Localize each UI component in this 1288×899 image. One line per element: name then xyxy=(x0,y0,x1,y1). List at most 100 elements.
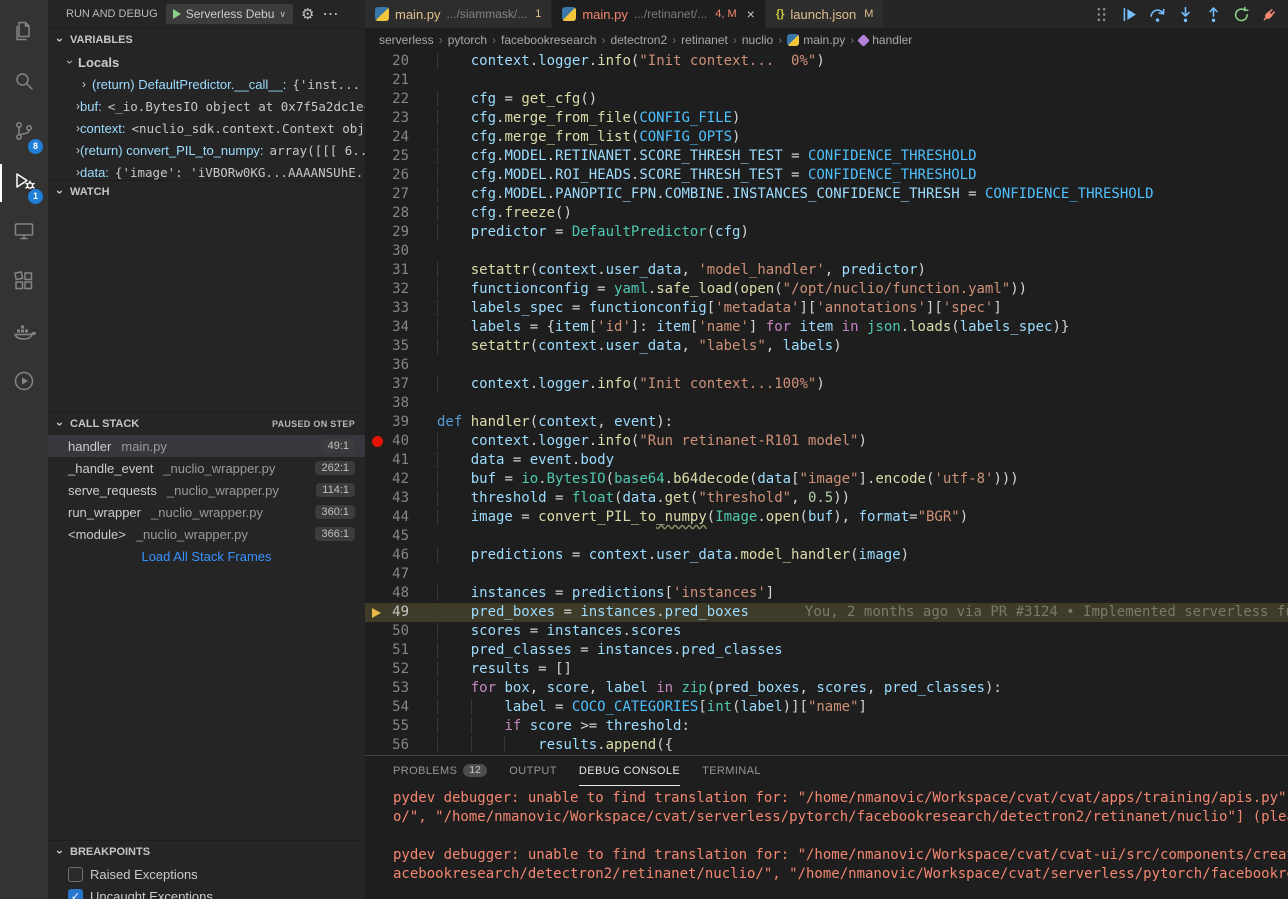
gutter-glyph-margin[interactable] xyxy=(365,679,391,698)
code-line[interactable]: buf = io.BytesIO(base64.b64decode(data["… xyxy=(409,470,1019,489)
callstack-frame[interactable]: _handle_event_nuclio_wrapper.py262:1 xyxy=(48,457,365,479)
line-number[interactable]: 31 xyxy=(391,261,409,280)
line-number[interactable]: 53 xyxy=(391,679,409,698)
gutter-glyph-margin[interactable] xyxy=(365,432,391,451)
callstack-frame[interactable]: serve_requests_nuclio_wrapper.py114:1 xyxy=(48,479,365,501)
checkbox-checked[interactable]: ✓ xyxy=(68,889,83,899)
step-out-icon[interactable] xyxy=(1205,6,1222,23)
gutter-glyph-margin[interactable] xyxy=(365,185,391,204)
disconnect-icon[interactable] xyxy=(1261,6,1278,23)
callstack-frame[interactable]: run_wrapper_nuclio_wrapper.py360:1 xyxy=(48,501,365,523)
panel-tab-terminal[interactable]: TERMINAL xyxy=(702,756,761,786)
call-stack-section-header[interactable]: › CALL STACK PAUSED ON STEP xyxy=(48,413,365,435)
variable-row[interactable]: ›(return) DefaultPredictor.__call__:{'in… xyxy=(48,73,365,95)
line-number[interactable]: 29 xyxy=(391,223,409,242)
line-number[interactable]: 38 xyxy=(391,394,409,413)
breadcrumb-item[interactable]: serverless xyxy=(379,33,434,47)
gutter-glyph-margin[interactable] xyxy=(365,147,391,166)
line-number[interactable]: 41 xyxy=(391,451,409,470)
line-number[interactable]: 26 xyxy=(391,166,409,185)
continue-icon[interactable] xyxy=(1121,6,1138,23)
gutter-glyph-margin[interactable] xyxy=(365,166,391,185)
checkbox-unchecked[interactable] xyxy=(68,867,83,882)
code-line[interactable] xyxy=(409,242,437,261)
gutter-glyph-margin[interactable] xyxy=(365,318,391,337)
breadcrumb-item[interactable]: nuclio xyxy=(742,33,773,47)
code-line[interactable]: pred_boxes = instances.pred_boxesYou, 2 … xyxy=(409,603,1288,622)
step-over-icon[interactable] xyxy=(1149,6,1166,23)
breadcrumb-item[interactable]: pytorch xyxy=(448,33,487,47)
breakpoint-row[interactable]: ✓Uncaught Exceptions xyxy=(48,885,365,899)
gutter-glyph-margin[interactable] xyxy=(365,736,391,755)
gutter-glyph-margin[interactable] xyxy=(365,337,391,356)
code-line[interactable]: threshold = float(data.get("threshold", … xyxy=(409,489,850,508)
gear-icon[interactable]: ⚙ xyxy=(301,5,314,23)
scope-locals[interactable]: › Locals xyxy=(48,51,365,73)
code-line[interactable]: data = event.body xyxy=(409,451,614,470)
activity-docker-icon[interactable] xyxy=(0,308,48,358)
gutter-glyph-margin[interactable] xyxy=(365,109,391,128)
code-editor[interactable]: 20 context.logger.info("Init context... … xyxy=(365,52,1288,755)
gutter-glyph-margin[interactable] xyxy=(365,280,391,299)
gutter-glyph-margin[interactable] xyxy=(365,204,391,223)
line-number[interactable]: 44 xyxy=(391,508,409,527)
line-number[interactable]: 21 xyxy=(391,71,409,90)
start-debug-icon[interactable] xyxy=(173,9,181,19)
line-number[interactable]: 24 xyxy=(391,128,409,147)
gutter-glyph-margin[interactable] xyxy=(365,394,391,413)
code-line[interactable]: context.logger.info("Run retinanet-R101 … xyxy=(409,432,867,451)
code-line[interactable]: cfg.merge_from_list(CONFIG_OPTS) xyxy=(409,128,740,147)
code-line[interactable]: predictor = DefaultPredictor(cfg) xyxy=(409,223,749,242)
line-number[interactable]: 56 xyxy=(391,736,409,755)
line-number[interactable]: 37 xyxy=(391,375,409,394)
line-number[interactable]: 42 xyxy=(391,470,409,489)
code-line[interactable]: cfg.MODEL.RETINANET.SCORE_THRESH_TEST = … xyxy=(409,147,977,166)
code-line[interactable]: label = COCO_CATEGORIES[int(label)]["nam… xyxy=(409,698,867,717)
gutter-glyph-margin[interactable] xyxy=(365,717,391,736)
code-line[interactable] xyxy=(409,565,437,584)
code-line[interactable]: for box, score, label in zip(pred_boxes,… xyxy=(409,679,1002,698)
code-line[interactable]: labels = {item['id']: item['name'] for i… xyxy=(409,318,1069,337)
line-number[interactable]: 28 xyxy=(391,204,409,223)
line-number[interactable]: 49 xyxy=(391,603,409,622)
line-number[interactable]: 22 xyxy=(391,90,409,109)
code-line[interactable]: context.logger.info("Init context...100%… xyxy=(409,375,825,394)
watch-section-header[interactable]: › WATCH xyxy=(48,181,365,203)
code-line[interactable]: results.append({ xyxy=(409,736,673,755)
gutter-glyph-margin[interactable] xyxy=(365,128,391,147)
activity-extensions-icon[interactable] xyxy=(0,258,48,308)
gutter-glyph-margin[interactable] xyxy=(365,413,391,432)
line-number[interactable]: 54 xyxy=(391,698,409,717)
code-line[interactable] xyxy=(409,356,437,375)
gutter-glyph-margin[interactable] xyxy=(365,242,391,261)
line-number[interactable]: 50 xyxy=(391,622,409,641)
panel-tab-debug-console[interactable]: DEBUG CONSOLE xyxy=(579,756,680,786)
line-number[interactable]: 33 xyxy=(391,299,409,318)
gutter-glyph-margin[interactable] xyxy=(365,299,391,318)
code-line[interactable]: predictions = context.user_data.model_ha… xyxy=(409,546,909,565)
gutter-glyph-margin[interactable] xyxy=(365,603,391,622)
gutter-glyph-margin[interactable] xyxy=(365,660,391,679)
line-number[interactable]: 20 xyxy=(391,52,409,71)
code-line[interactable]: def handler(context, event): xyxy=(409,413,673,432)
line-number[interactable]: 35 xyxy=(391,337,409,356)
code-line[interactable]: setattr(context.user_data, "labels", lab… xyxy=(409,337,842,356)
gutter-glyph-margin[interactable] xyxy=(365,565,391,584)
gutter-glyph-margin[interactable] xyxy=(365,356,391,375)
breadcrumb-item[interactable]: facebookresearch xyxy=(501,33,596,47)
line-number[interactable]: 32 xyxy=(391,280,409,299)
callstack-frame[interactable]: <module>_nuclio_wrapper.py366:1 xyxy=(48,523,365,545)
close-icon[interactable]: × xyxy=(747,6,755,22)
line-number[interactable]: 40 xyxy=(391,432,409,451)
activity-remote-explorer-icon[interactable] xyxy=(0,208,48,258)
step-into-icon[interactable] xyxy=(1177,6,1194,23)
line-number[interactable]: 45 xyxy=(391,527,409,546)
panel-tab-output[interactable]: OUTPUT xyxy=(509,756,557,786)
code-line[interactable]: image = convert_PIL_to_numpy(Image.open(… xyxy=(409,508,968,527)
gutter-glyph-margin[interactable] xyxy=(365,223,391,242)
gutter-glyph-margin[interactable] xyxy=(365,451,391,470)
gutter-glyph-margin[interactable] xyxy=(365,641,391,660)
gutter-glyph-margin[interactable] xyxy=(365,90,391,109)
callstack-frame[interactable]: handlermain.py49:1 xyxy=(48,435,365,457)
code-line[interactable]: cfg.freeze() xyxy=(409,204,572,223)
